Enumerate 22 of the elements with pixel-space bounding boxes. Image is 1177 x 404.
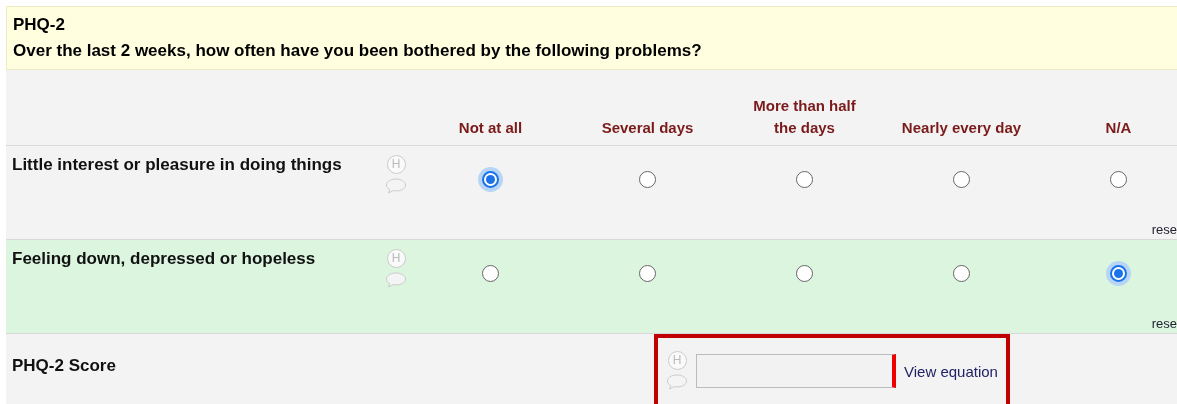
score-field[interactable] [696, 354, 896, 388]
choice-label: N/A [1105, 118, 1132, 136]
radio-button[interactable] [639, 170, 656, 188]
radio-button[interactable] [953, 264, 970, 282]
choice-label: Several days [601, 118, 694, 136]
radio-button[interactable] [482, 264, 499, 282]
question-label: Little interest or pleasure in doing things [11, 153, 343, 176]
score-label: PHQ-2 Score [11, 355, 117, 376]
radio-button[interactable] [796, 170, 813, 188]
radio-button[interactable] [639, 264, 656, 282]
reset-link[interactable]: rese [1151, 221, 1177, 239]
view-equation-link[interactable]: View equation [904, 362, 998, 380]
question-label: Feeling down, depressed or hopeless [11, 247, 317, 270]
survey-title: PHQ-2 [13, 15, 66, 35]
radio-button[interactable] [796, 264, 813, 282]
choice-label: Not at all [458, 118, 523, 136]
choice-label: Nearly every day [901, 118, 1022, 136]
radio-button[interactable] [1110, 170, 1127, 188]
radio-button[interactable] [953, 170, 970, 188]
choice-label: More than half the days [753, 96, 856, 136]
question-text: Over the last 2 weeks, how often have you been bothered by the following problems? [13, 41, 703, 61]
reset-link[interactable]: rese [1151, 316, 1177, 333]
